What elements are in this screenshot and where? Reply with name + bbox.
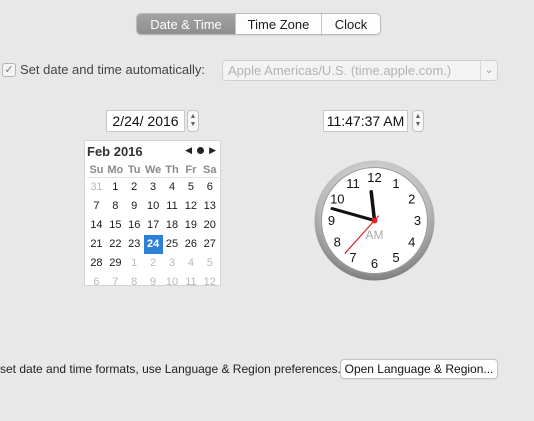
auto-time-label: Set date and time automatically: <box>20 62 205 77</box>
calendar-day[interactable]: 1 <box>106 178 125 197</box>
clock-number: 7 <box>349 250 356 265</box>
calendar-day[interactable]: 25 <box>163 235 182 254</box>
tab-date-time[interactable]: Date & Time <box>137 14 235 34</box>
previous-month-icon[interactable]: ◀ <box>185 145 192 156</box>
weekday-label: Fr <box>181 162 201 178</box>
clock-center-pin <box>371 217 378 224</box>
tab-clock[interactable]: Clock <box>321 14 380 34</box>
calendar: Feb 2016 ◀ ▶ Su Mo Tu We Th Fr Sa 31 1 2 3 4 5 6 7 8 9 10… <box>84 140 221 288</box>
calendar-day[interactable]: 4 <box>163 178 182 197</box>
calendar-day[interactable]: 11 <box>181 273 200 292</box>
calendar-day[interactable]: 5 <box>200 254 219 273</box>
clock-number: 11 <box>346 176 360 191</box>
time-field[interactable]: 11:47:37 AM <box>323 110 408 132</box>
chevron-up-icon[interactable]: ▲ <box>415 113 422 121</box>
chevron-up-icon[interactable]: ▲ <box>190 113 197 121</box>
calendar-day[interactable]: 17 <box>144 216 163 235</box>
auto-time-checkbox[interactable]: ✓ <box>2 63 16 77</box>
calendar-day[interactable]: 12 <box>200 273 219 292</box>
clock-number: 6 <box>371 256 378 271</box>
clock-number: 1 <box>392 176 399 191</box>
time-server-value: Apple Americas/U.S. (time.apple.com.) <box>228 63 452 78</box>
calendar-day[interactable]: 5 <box>181 178 200 197</box>
calendar-day[interactable]: 7 <box>106 273 125 292</box>
calendar-month-label: Feb 2016 <box>87 144 143 159</box>
calendar-day[interactable]: 10 <box>163 273 182 292</box>
calendar-day[interactable]: 3 <box>144 178 163 197</box>
date-stepper[interactable]: ▲ ▼ <box>187 110 199 132</box>
clock-number: 12 <box>367 170 381 185</box>
clock-number: 9 <box>328 213 335 228</box>
calendar-day[interactable]: 21 <box>87 235 106 254</box>
calendar-nav: ◀ ▶ <box>185 145 216 156</box>
weekday-label: We <box>143 164 163 178</box>
calendar-day[interactable]: 15 <box>106 216 125 235</box>
calendar-day[interactable]: 16 <box>125 216 144 235</box>
chevron-down-icon[interactable]: ⌄ <box>480 61 497 80</box>
calendar-day[interactable]: 22 <box>106 235 125 254</box>
calendar-day[interactable]: 13 <box>200 197 219 216</box>
checkmark-icon: ✓ <box>4 63 14 76</box>
calendar-day[interactable]: 9 <box>125 197 144 216</box>
calendar-day[interactable]: 4 <box>181 254 200 273</box>
calendar-day[interactable]: 10 <box>144 197 163 216</box>
weekday-label: Tu <box>124 162 144 178</box>
clock-number: 10 <box>330 192 344 207</box>
calendar-day[interactable]: 26 <box>181 235 200 254</box>
calendar-day[interactable]: 3 <box>163 254 182 273</box>
calendar-day[interactable]: 2 <box>144 254 163 273</box>
calendar-day[interactable]: 14 <box>87 216 106 235</box>
calendar-day[interactable]: 12 <box>181 197 200 216</box>
chevron-down-icon[interactable]: ▼ <box>190 121 197 129</box>
analog-clock: 12 12 3 45678 9 1011 AM <box>314 160 435 281</box>
clock-number: 3 <box>414 213 421 228</box>
calendar-day[interactable]: 7 <box>87 197 106 216</box>
calendar-day[interactable]: 8 <box>106 197 125 216</box>
open-language-region-button[interactable]: Open Language & Region... <box>340 359 498 379</box>
tab-time-zone[interactable]: Time Zone <box>235 14 321 34</box>
today-icon[interactable] <box>197 147 205 154</box>
calendar-day[interactable]: 6 <box>200 178 219 197</box>
calendar-day[interactable]: 9 <box>144 273 163 292</box>
time-stepper[interactable]: ▲ ▼ <box>412 110 424 132</box>
time-server-select[interactable]: Apple Americas/U.S. (time.apple.com.) ⌄ <box>222 60 498 81</box>
weekday-label: Sa <box>200 162 220 178</box>
calendar-day[interactable]: 18 <box>163 216 182 235</box>
clock-number: 2 <box>408 192 415 207</box>
calendar-day-selected[interactable]: 24 <box>143 235 163 254</box>
calendar-day[interactable]: 11 <box>163 197 182 216</box>
calendar-day[interactable]: 2 <box>125 178 144 197</box>
calendar-day[interactable]: 28 <box>87 254 106 273</box>
date-field[interactable]: 2/24/ 2016 <box>106 110 185 132</box>
clock-number: 5 <box>392 250 399 265</box>
calendar-day[interactable]: 1 <box>125 254 144 273</box>
weekday-label: Mo <box>105 164 125 178</box>
calendar-grid: Su Mo Tu We Th Fr Sa 31 1 2 3 4 5 6 7 8 9 10 11 12 13 14 15 16 1… <box>87 162 220 292</box>
calendar-day[interactable]: 27 <box>200 235 219 254</box>
calendar-day[interactable]: 31 <box>87 178 106 197</box>
calendar-day[interactable]: 19 <box>181 216 200 235</box>
clock-number: 8 <box>334 235 341 250</box>
calendar-day[interactable]: 6 <box>87 273 106 292</box>
tab-bar: Date & Time Time Zone Clock <box>136 13 381 35</box>
calendar-day[interactable]: 23 <box>125 235 144 254</box>
weekday-label: Th <box>162 162 182 178</box>
formats-hint: set date and time formats, use Language … <box>0 362 341 376</box>
clock-number: 4 <box>408 235 415 250</box>
calendar-day[interactable]: 20 <box>200 216 219 235</box>
calendar-day[interactable]: 29 <box>106 254 125 273</box>
clock-period: AM <box>366 228 384 242</box>
weekday-label: Su <box>87 162 106 178</box>
calendar-day[interactable]: 8 <box>125 273 144 292</box>
next-month-icon[interactable]: ▶ <box>209 145 216 156</box>
chevron-down-icon[interactable]: ▼ <box>415 121 422 129</box>
